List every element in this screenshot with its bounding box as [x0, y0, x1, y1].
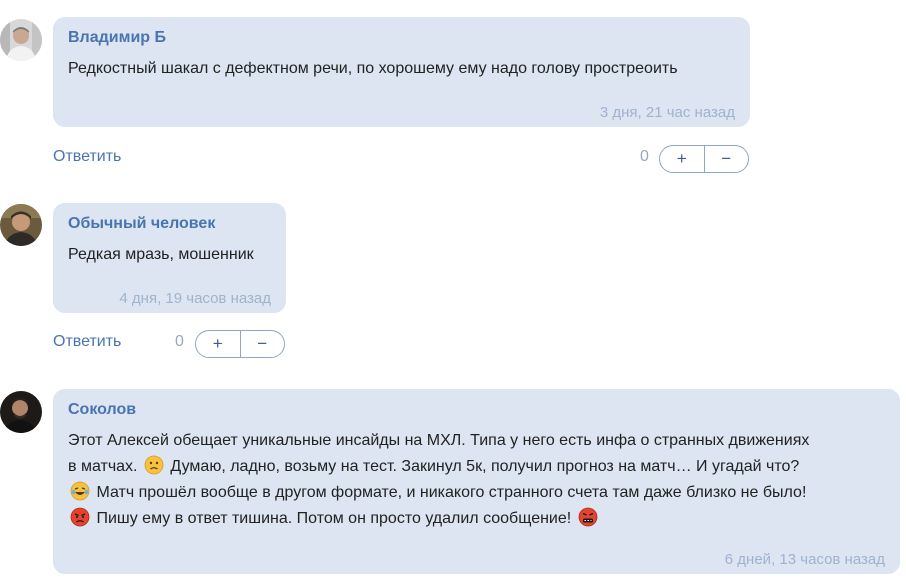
- comment-bubble: Владимир Б Редкостный шакал с дефектном …: [53, 17, 750, 127]
- comment-timestamp[interactable]: 4 дня, 19 часов назад: [119, 290, 271, 307]
- reply-button[interactable]: Ответить: [53, 333, 121, 351]
- comment-actions: Ответить 0 + −: [53, 330, 286, 360]
- comment-author[interactable]: Владимир Б: [68, 27, 735, 49]
- comment-timestamp[interactable]: 6 дней, 13 часов назад: [725, 551, 885, 568]
- confused-face-icon: [144, 455, 164, 475]
- upvote-button[interactable]: +: [196, 331, 241, 357]
- avatar-sokolov[interactable]: [0, 391, 42, 433]
- angry-face-icon: [70, 507, 90, 527]
- laughing-crying-face-icon: [70, 481, 90, 501]
- comment-actions: Ответить 0 + −: [53, 145, 750, 175]
- reply-button[interactable]: Ответить: [53, 148, 121, 166]
- vote-control: + −: [195, 330, 285, 358]
- text-line: Матч прошёл вообще в другом формате, и н…: [96, 484, 807, 501]
- avatar-vladimir[interactable]: [0, 19, 42, 61]
- comment-text: Редкостный шакал с дефектном речи, по хо…: [68, 60, 678, 77]
- vote-count: 0: [175, 333, 184, 350]
- comment-bubble: Обычный человек Редкая мразь, мошенник 4…: [53, 203, 286, 313]
- comment-timestamp[interactable]: 3 дня, 21 час назад: [600, 104, 735, 121]
- comment-bubble: Соколов Этот Алексей обещает уникальные …: [53, 389, 900, 574]
- comment-text: Редкая мразь, мошенник: [68, 246, 254, 263]
- upvote-button[interactable]: +: [660, 146, 705, 172]
- text-line: Думаю, ладно, возьму на тест. Закинул 5к…: [170, 458, 800, 475]
- vote-control: + −: [659, 145, 749, 173]
- swearing-face-icon: [578, 507, 598, 527]
- downvote-button[interactable]: −: [241, 331, 285, 357]
- text-line: в матчах.: [68, 458, 138, 475]
- avatar-obychny[interactable]: [0, 204, 42, 246]
- text-line: Этот Алексей обещает уникальные инсайды …: [68, 432, 810, 449]
- comment-author[interactable]: Соколов: [68, 399, 885, 421]
- comment-author[interactable]: Обычный человек: [68, 213, 271, 235]
- text-line: Пишу ему в ответ тишина. Потом он просто…: [96, 510, 572, 527]
- vote-count: 0: [640, 148, 649, 165]
- downvote-button[interactable]: −: [705, 146, 749, 172]
- comment-text: Этот Алексей обещает уникальные инсайды …: [68, 428, 885, 532]
